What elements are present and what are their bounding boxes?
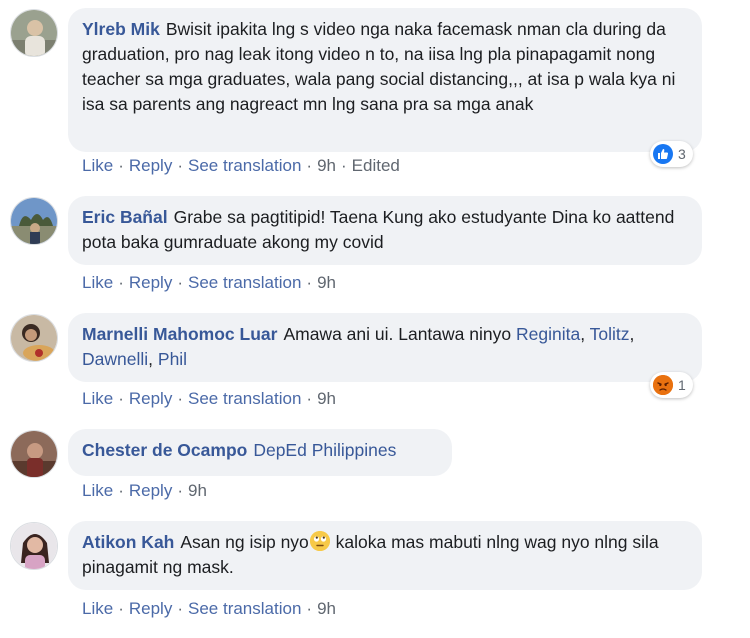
comment-actions: Like · Reply · 9h [82, 481, 207, 500]
see-translation-link[interactable]: See translation [188, 156, 301, 175]
reaction-badge[interactable]: 3 [650, 141, 693, 167]
mention-link[interactable]: DepEd Philippines [253, 440, 396, 460]
see-translation-link[interactable]: See translation [188, 273, 301, 292]
avatar[interactable] [10, 197, 58, 245]
like-reaction-icon [653, 144, 673, 164]
reaction-count: 3 [678, 146, 686, 162]
avatar[interactable] [10, 522, 58, 570]
comment-text: Bwisit ipakita lng s video nga naka face… [82, 19, 676, 114]
mention-link[interactable]: Phil [158, 349, 187, 369]
comment-bubble: Eric Bañal Grabe sa pagtitipid! Taena Kun… [68, 196, 702, 265]
comment-text: Asan ng isip nyo [180, 532, 309, 552]
comment-timestamp[interactable]: 9h [317, 389, 336, 408]
like-button[interactable]: Like [82, 599, 113, 618]
comment-timestamp[interactable]: 9h [188, 481, 207, 500]
mention-link[interactable]: Reginita [516, 324, 580, 344]
comment-text: Grabe sa pagtitipid! Taena Kung ako estu… [82, 207, 675, 252]
comment-timestamp[interactable]: 9h [317, 156, 336, 175]
reply-button[interactable]: Reply [129, 156, 172, 175]
comment-author[interactable]: Eric Bañal [82, 207, 168, 227]
mention-link[interactable]: Dawnelli [82, 349, 148, 369]
avatar[interactable] [10, 314, 58, 362]
see-translation-link[interactable]: See translation [188, 599, 301, 618]
comment-bubble: Ylreb Mik Bwisit ipakita lng s video nga … [68, 8, 702, 152]
comment-actions: Like · Reply · See translation · 9h [82, 273, 336, 292]
comment-actions: Like · Reply · See translation · 9h [82, 599, 336, 618]
comment-timestamp[interactable]: 9h [317, 273, 336, 292]
comment-author[interactable]: Marnelli Mahomoc Luar [82, 324, 277, 344]
comment-bubble: Atikon Kah Asan ng isip nyo kaloka mas ma… [68, 521, 702, 590]
like-button[interactable]: Like [82, 156, 113, 175]
comment-author[interactable]: Ylreb Mik [82, 19, 160, 39]
reply-button[interactable]: Reply [129, 599, 172, 618]
mention-separator: , [580, 324, 586, 344]
comment-bubble: Chester de Ocampo DepEd Philippines [68, 429, 452, 476]
like-button[interactable]: Like [82, 273, 113, 292]
comment-timestamp[interactable]: 9h [317, 599, 336, 618]
reaction-badge[interactable]: 1 [650, 372, 693, 398]
mention-link[interactable]: Tolitz [590, 324, 630, 344]
comment-author[interactable]: Chester de Ocampo [82, 440, 247, 460]
rolling-eyes-emoji-icon [309, 531, 330, 551]
like-button[interactable]: Like [82, 389, 113, 408]
reply-button[interactable]: Reply [129, 273, 172, 292]
edited-label[interactable]: Edited [352, 156, 400, 175]
reply-button[interactable]: Reply [129, 389, 172, 408]
angry-reaction-icon [653, 375, 673, 395]
mention-separator: , [148, 349, 154, 369]
avatar[interactable] [10, 9, 58, 57]
comment-actions: Like · Reply · See translation · 9h · Edited [82, 156, 400, 175]
like-button[interactable]: Like [82, 481, 113, 500]
mention-separator: , [629, 324, 635, 344]
avatar[interactable] [10, 430, 58, 478]
reply-button[interactable]: Reply [129, 481, 172, 500]
comment-actions: Like · Reply · See translation · 9h [82, 389, 336, 408]
see-translation-link[interactable]: See translation [188, 389, 301, 408]
reaction-count: 1 [678, 377, 686, 393]
comment-bubble: Marnelli Mahomoc Luar Amawa ani ui. Lanta… [68, 313, 702, 382]
comment-text: Amawa ani ui. Lantawa ninyo [283, 324, 512, 344]
comment-author[interactable]: Atikon Kah [82, 532, 174, 552]
